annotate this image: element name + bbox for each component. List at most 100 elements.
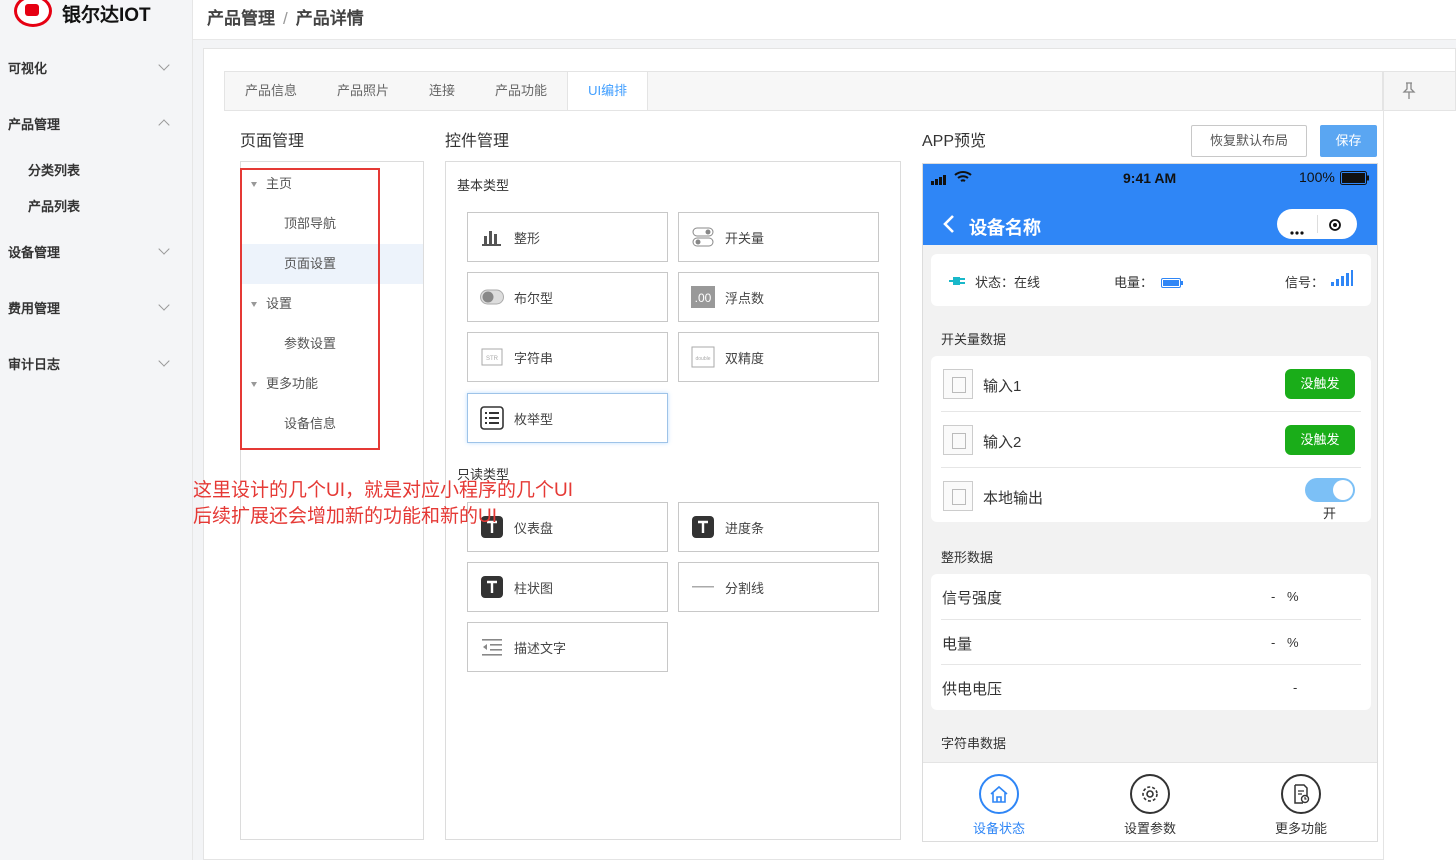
bottom-nav: 设备状态 设置参数 更多功能 bbox=[923, 762, 1377, 841]
tab-bar: 产品信息 产品照片 连接 产品功能 UI编排 bbox=[224, 71, 1383, 111]
page-manager-title: 页面管理 bbox=[240, 133, 305, 150]
svg-text:.00: .00 bbox=[695, 291, 712, 305]
widget-panel bbox=[445, 161, 901, 840]
widget-enum[interactable]: 枚举型 bbox=[467, 393, 668, 443]
sidebar-item-audit-log[interactable]: 审计日志 bbox=[0, 354, 193, 374]
widget-double[interactable]: double 双精度 bbox=[678, 332, 879, 382]
tree-node-home[interactable]: 主页 bbox=[241, 164, 423, 204]
string-icon: STR bbox=[480, 345, 504, 369]
tree-node-page-settings[interactable]: 页面设置 bbox=[241, 244, 423, 284]
chevron-down-icon bbox=[158, 355, 170, 367]
widget-manager-title: 控件管理 bbox=[445, 133, 510, 150]
sidebar-item-visualization[interactable]: 可视化 bbox=[0, 58, 193, 78]
tree-node-top-nav[interactable]: 顶部导航 bbox=[241, 204, 423, 244]
widget-progress[interactable]: 进度条 bbox=[678, 502, 879, 552]
back-arrow-icon[interactable] bbox=[943, 214, 955, 239]
online-status: 状态：在线 bbox=[975, 275, 1041, 290]
widget-string[interactable]: STR 字符串 bbox=[467, 332, 668, 382]
switch-data-card: 输入1 没触发 输入2 没触发 本地输出 开 bbox=[931, 356, 1371, 522]
capsule-menu[interactable] bbox=[1277, 209, 1357, 239]
text-t-icon bbox=[480, 515, 504, 539]
sidebar-item-fee-management[interactable]: 费用管理 bbox=[0, 298, 193, 318]
tree-node-more-functions[interactable]: 更多功能 bbox=[241, 364, 423, 404]
tab-connection[interactable]: 连接 bbox=[409, 72, 475, 110]
list-item: 本地输出 开 bbox=[941, 468, 1361, 522]
caret-down-icon bbox=[251, 182, 257, 187]
brand-logo-icon bbox=[14, 0, 52, 27]
list-item: 电量 - % bbox=[941, 620, 1361, 665]
sidebar-item-device-management[interactable]: 设备管理 bbox=[0, 242, 193, 262]
tab-ui-layout[interactable]: UI编排 bbox=[567, 72, 649, 110]
tree-node-device-info[interactable]: 设备信息 bbox=[241, 404, 423, 444]
widget-float[interactable]: .00 浮点数 bbox=[678, 272, 879, 322]
home-icon bbox=[979, 774, 1019, 814]
toggle-state-text: 开 bbox=[1323, 506, 1337, 521]
nav-more-functions[interactable]: 更多功能 bbox=[1251, 774, 1351, 837]
double-icon: double bbox=[691, 345, 715, 369]
caret-down-icon bbox=[251, 302, 257, 307]
breadcrumb: 产品管理 / 产品详情 bbox=[207, 4, 364, 29]
save-button[interactable]: 保存 bbox=[1320, 125, 1377, 157]
switch-data-title: 开关量数据 bbox=[941, 332, 1007, 347]
tab-product-functions[interactable]: 产品功能 bbox=[475, 72, 567, 110]
restore-default-layout-button[interactable]: 恢复默认布局 bbox=[1191, 125, 1307, 157]
integer-data-card: 信号强度 - % 电量 - % 供电电压 - bbox=[931, 574, 1371, 710]
widget-bar-chart[interactable]: 柱状图 bbox=[467, 562, 668, 612]
tab-product-photos[interactable]: 产品照片 bbox=[317, 72, 409, 110]
caret-down-icon bbox=[251, 382, 257, 387]
device-name-title: 设备名称 bbox=[969, 218, 1041, 238]
switch-icon bbox=[480, 285, 504, 309]
widget-description-text[interactable]: 描述文字 bbox=[467, 622, 668, 672]
image-placeholder-icon bbox=[943, 481, 973, 511]
tree-node-param-settings[interactable]: 参数设置 bbox=[241, 324, 423, 364]
toggle-icon bbox=[691, 225, 715, 249]
chevron-down-icon bbox=[158, 243, 170, 255]
tab-product-info[interactable]: 产品信息 bbox=[225, 72, 317, 110]
readonly-types-title: 只读类型 bbox=[457, 467, 510, 482]
close-circle-icon[interactable] bbox=[1329, 218, 1341, 236]
widget-boolean[interactable]: 布尔型 bbox=[467, 272, 668, 322]
sidebar-subitem-product-list[interactable]: 产品列表 bbox=[28, 196, 80, 215]
sidebar-subitem-category-list[interactable]: 分类列表 bbox=[28, 160, 80, 179]
chevron-up-icon bbox=[158, 119, 170, 131]
local-output-toggle[interactable] bbox=[1305, 478, 1355, 502]
basic-types-title: 基本类型 bbox=[457, 178, 510, 193]
more-dots-icon[interactable] bbox=[1290, 222, 1304, 240]
text-t-icon bbox=[480, 575, 504, 599]
decimal-icon: .00 bbox=[691, 285, 715, 309]
sidebar-item-product-management[interactable]: 产品管理 bbox=[0, 114, 193, 134]
right-strip bbox=[1383, 111, 1456, 860]
divider-icon bbox=[691, 575, 715, 599]
top-bar: 产品管理 / 产品详情 bbox=[193, 0, 1456, 40]
tree-node-settings[interactable]: 设置 bbox=[241, 284, 423, 324]
widget-gauge[interactable]: 仪表盘 bbox=[467, 502, 668, 552]
image-placeholder-icon bbox=[943, 369, 973, 399]
phone-header: 9:41 AM 100% 设备名称 bbox=[923, 164, 1377, 245]
device-status-card: 状态：在线 电量： 信号： bbox=[931, 254, 1371, 306]
signal-strength-icon bbox=[1331, 270, 1353, 291]
svg-text:STR: STR bbox=[486, 356, 499, 362]
plug-icon bbox=[949, 274, 967, 292]
trigger-button[interactable]: 没触发 bbox=[1285, 369, 1355, 399]
list-icon bbox=[480, 406, 504, 430]
breadcrumb-current: 产品详情 bbox=[295, 9, 364, 28]
list-item: 输入2 没触发 bbox=[941, 412, 1361, 468]
widget-divider[interactable]: 分割线 bbox=[678, 562, 879, 612]
cellular-signal-icon bbox=[931, 172, 953, 190]
sidebar: 银尔达IOT 可视化 产品管理 分类列表 产品列表 设备管理 费用管理 审计日志 bbox=[0, 0, 193, 860]
power-label: 电量： bbox=[1114, 275, 1154, 290]
indent-text-icon bbox=[480, 635, 504, 659]
nav-set-params[interactable]: 设置参数 bbox=[1100, 774, 1200, 837]
app-preview: 9:41 AM 100% 设备名称 状态：在线 电量： 信号： 开关量数据 输入… bbox=[922, 163, 1378, 842]
widget-switch[interactable]: 开关量 bbox=[678, 212, 879, 262]
nav-device-status[interactable]: 设备状态 bbox=[949, 774, 1049, 837]
wifi-icon bbox=[954, 170, 972, 189]
signal-label: 信号： bbox=[1285, 275, 1325, 290]
trigger-button[interactable]: 没触发 bbox=[1285, 425, 1355, 455]
bar-chart-icon bbox=[480, 225, 504, 249]
breadcrumb-parent[interactable]: 产品管理 bbox=[207, 9, 275, 28]
pin-icon[interactable] bbox=[1401, 82, 1417, 103]
document-icon bbox=[1281, 774, 1321, 814]
widget-integer[interactable]: 整形 bbox=[467, 212, 668, 262]
chevron-down-icon bbox=[158, 299, 170, 311]
